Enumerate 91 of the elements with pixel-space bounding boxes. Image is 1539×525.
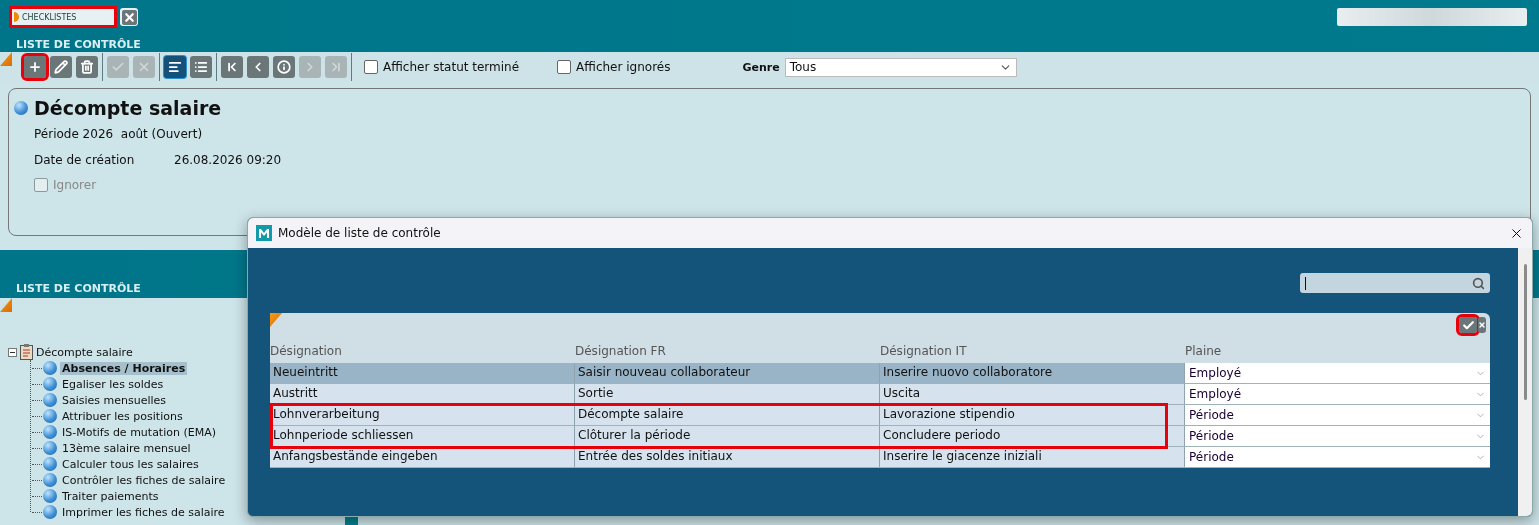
detail-view-button[interactable] (164, 56, 186, 78)
plaine-dropdown[interactable]: Période (1185, 405, 1490, 425)
status-ball-icon (43, 425, 57, 439)
table-cell: Anfangsbestände eingeben (270, 447, 575, 467)
status-ball-icon (43, 393, 57, 407)
tree-item[interactable]: Saisies mensuelles (60, 393, 169, 407)
scrollbar-thumb[interactable] (1523, 264, 1527, 400)
tree-item[interactable]: IS-Motifs de mutation (EMA) (60, 425, 218, 439)
genre-label: Genre (742, 60, 780, 74)
tree-item[interactable]: Calculer tous les salaires (60, 457, 201, 471)
table-cell: Lavorazione stipendio (880, 405, 1185, 425)
close-icon (122, 10, 136, 24)
table-cell: Austritt (270, 384, 575, 404)
status-ball-icon (43, 489, 57, 503)
pencil-icon (54, 60, 68, 74)
table-cell: Décompte salaire (575, 405, 880, 425)
lines-icon (168, 60, 182, 74)
checkbox[interactable] (557, 60, 572, 74)
tree-item[interactable]: Imprimer les fiches de salaire (60, 505, 227, 519)
plaine-dropdown[interactable]: Employé (1185, 384, 1490, 404)
skip-forward-icon (329, 60, 343, 74)
status-ball-icon (14, 101, 28, 115)
column-header: Désignation FR (575, 344, 666, 358)
close-icon (1478, 321, 1486, 329)
tree-item[interactable]: Absences / Horaires (60, 361, 188, 375)
table-cell: Saisir nouveau collaborateur (575, 363, 880, 383)
plaine-dropdown[interactable]: Employé (1185, 363, 1490, 383)
table-cell: Clôturer la période (575, 426, 880, 446)
add-button[interactable] (24, 56, 46, 78)
plus-icon (28, 60, 42, 74)
confirm-button[interactable] (1459, 317, 1477, 333)
checkbox-label: Afficher statut terminé (383, 60, 520, 74)
check-icon (1461, 318, 1475, 332)
info-button[interactable] (273, 56, 295, 78)
tree-item[interactable]: 13ème salaire mensuel (60, 441, 193, 455)
table-cell: Uscita (880, 384, 1185, 404)
corner-fold-icon (0, 298, 12, 312)
ignore-label: Ignorer (53, 178, 97, 192)
period-text: Période 2026 août (Ouvert) (34, 127, 203, 141)
previous-button[interactable] (247, 56, 269, 78)
search-field[interactable] (1300, 273, 1490, 293)
list-view-button[interactable] (190, 56, 212, 78)
status-ball-icon (43, 441, 57, 455)
list-icon (194, 60, 208, 74)
status-ball-icon (43, 473, 57, 487)
plaine-dropdown[interactable]: Période (1185, 447, 1490, 467)
column-header: Désignation (270, 344, 342, 358)
table-cell: Neueintritt (270, 363, 575, 383)
app-logo-icon (256, 225, 272, 241)
table-cell: Lohnperiode schliessen (270, 426, 575, 446)
section-title: LISTE DE CONTRÔLE (15, 37, 142, 52)
table-cell: Inserire le giacenze iniziali (880, 447, 1185, 467)
close-tab-button[interactable] (120, 8, 138, 26)
tree-item[interactable]: Egaliser les soldes (60, 377, 166, 391)
trash-icon (80, 60, 94, 74)
checkbox-label: Afficher ignorés (576, 60, 671, 74)
table-cell: Sortie (575, 384, 880, 404)
dialog-title: Modèle de liste de contrôle (278, 226, 441, 240)
column-header: Plaine (1185, 344, 1222, 358)
status-ball-icon (43, 377, 57, 391)
module-tab[interactable]: CHECKLISTES (12, 9, 114, 25)
tree-item[interactable]: Attribuer les positions (60, 409, 185, 423)
checklist-title: Décompte salaire (34, 97, 222, 119)
corner-fold-icon (0, 52, 12, 66)
table-cell: Entrée des soldes initiaux (575, 447, 880, 467)
status-ball-icon (43, 457, 57, 471)
status-ball-icon (43, 409, 57, 423)
table-cell: Concludere periodo (880, 426, 1185, 446)
status-ball-icon (43, 361, 57, 375)
cancel-button[interactable] (1478, 317, 1486, 333)
search-icon (1472, 276, 1485, 290)
genre-dropdown[interactable]: Tous (784, 57, 1017, 77)
field-value: 26.08.2026 09:20 (174, 153, 282, 167)
first-button[interactable] (221, 56, 243, 78)
skip-back-icon (225, 60, 239, 74)
field-label: Date de création (34, 153, 136, 167)
status-ball-icon (43, 505, 57, 519)
plaine-dropdown[interactable]: Période (1185, 426, 1490, 446)
close-icon (137, 60, 151, 74)
collapse-icon[interactable] (8, 347, 17, 357)
check-icon (111, 60, 125, 74)
delete-button[interactable] (76, 56, 98, 78)
tree-item[interactable]: Décompte salaire (36, 345, 133, 359)
table-cell: Inserire nuovo collaboratore (880, 363, 1185, 383)
section-title: LISTE DE CONTRÔLE (15, 282, 141, 297)
tree-item[interactable]: Traiter paiements (60, 489, 161, 503)
checkbox[interactable] (364, 60, 378, 74)
tree-item[interactable]: Contrôler les fiches de salaire (60, 473, 228, 487)
edit-button[interactable] (50, 56, 72, 78)
column-header: Désignation IT (880, 344, 967, 358)
info-icon (277, 60, 291, 74)
